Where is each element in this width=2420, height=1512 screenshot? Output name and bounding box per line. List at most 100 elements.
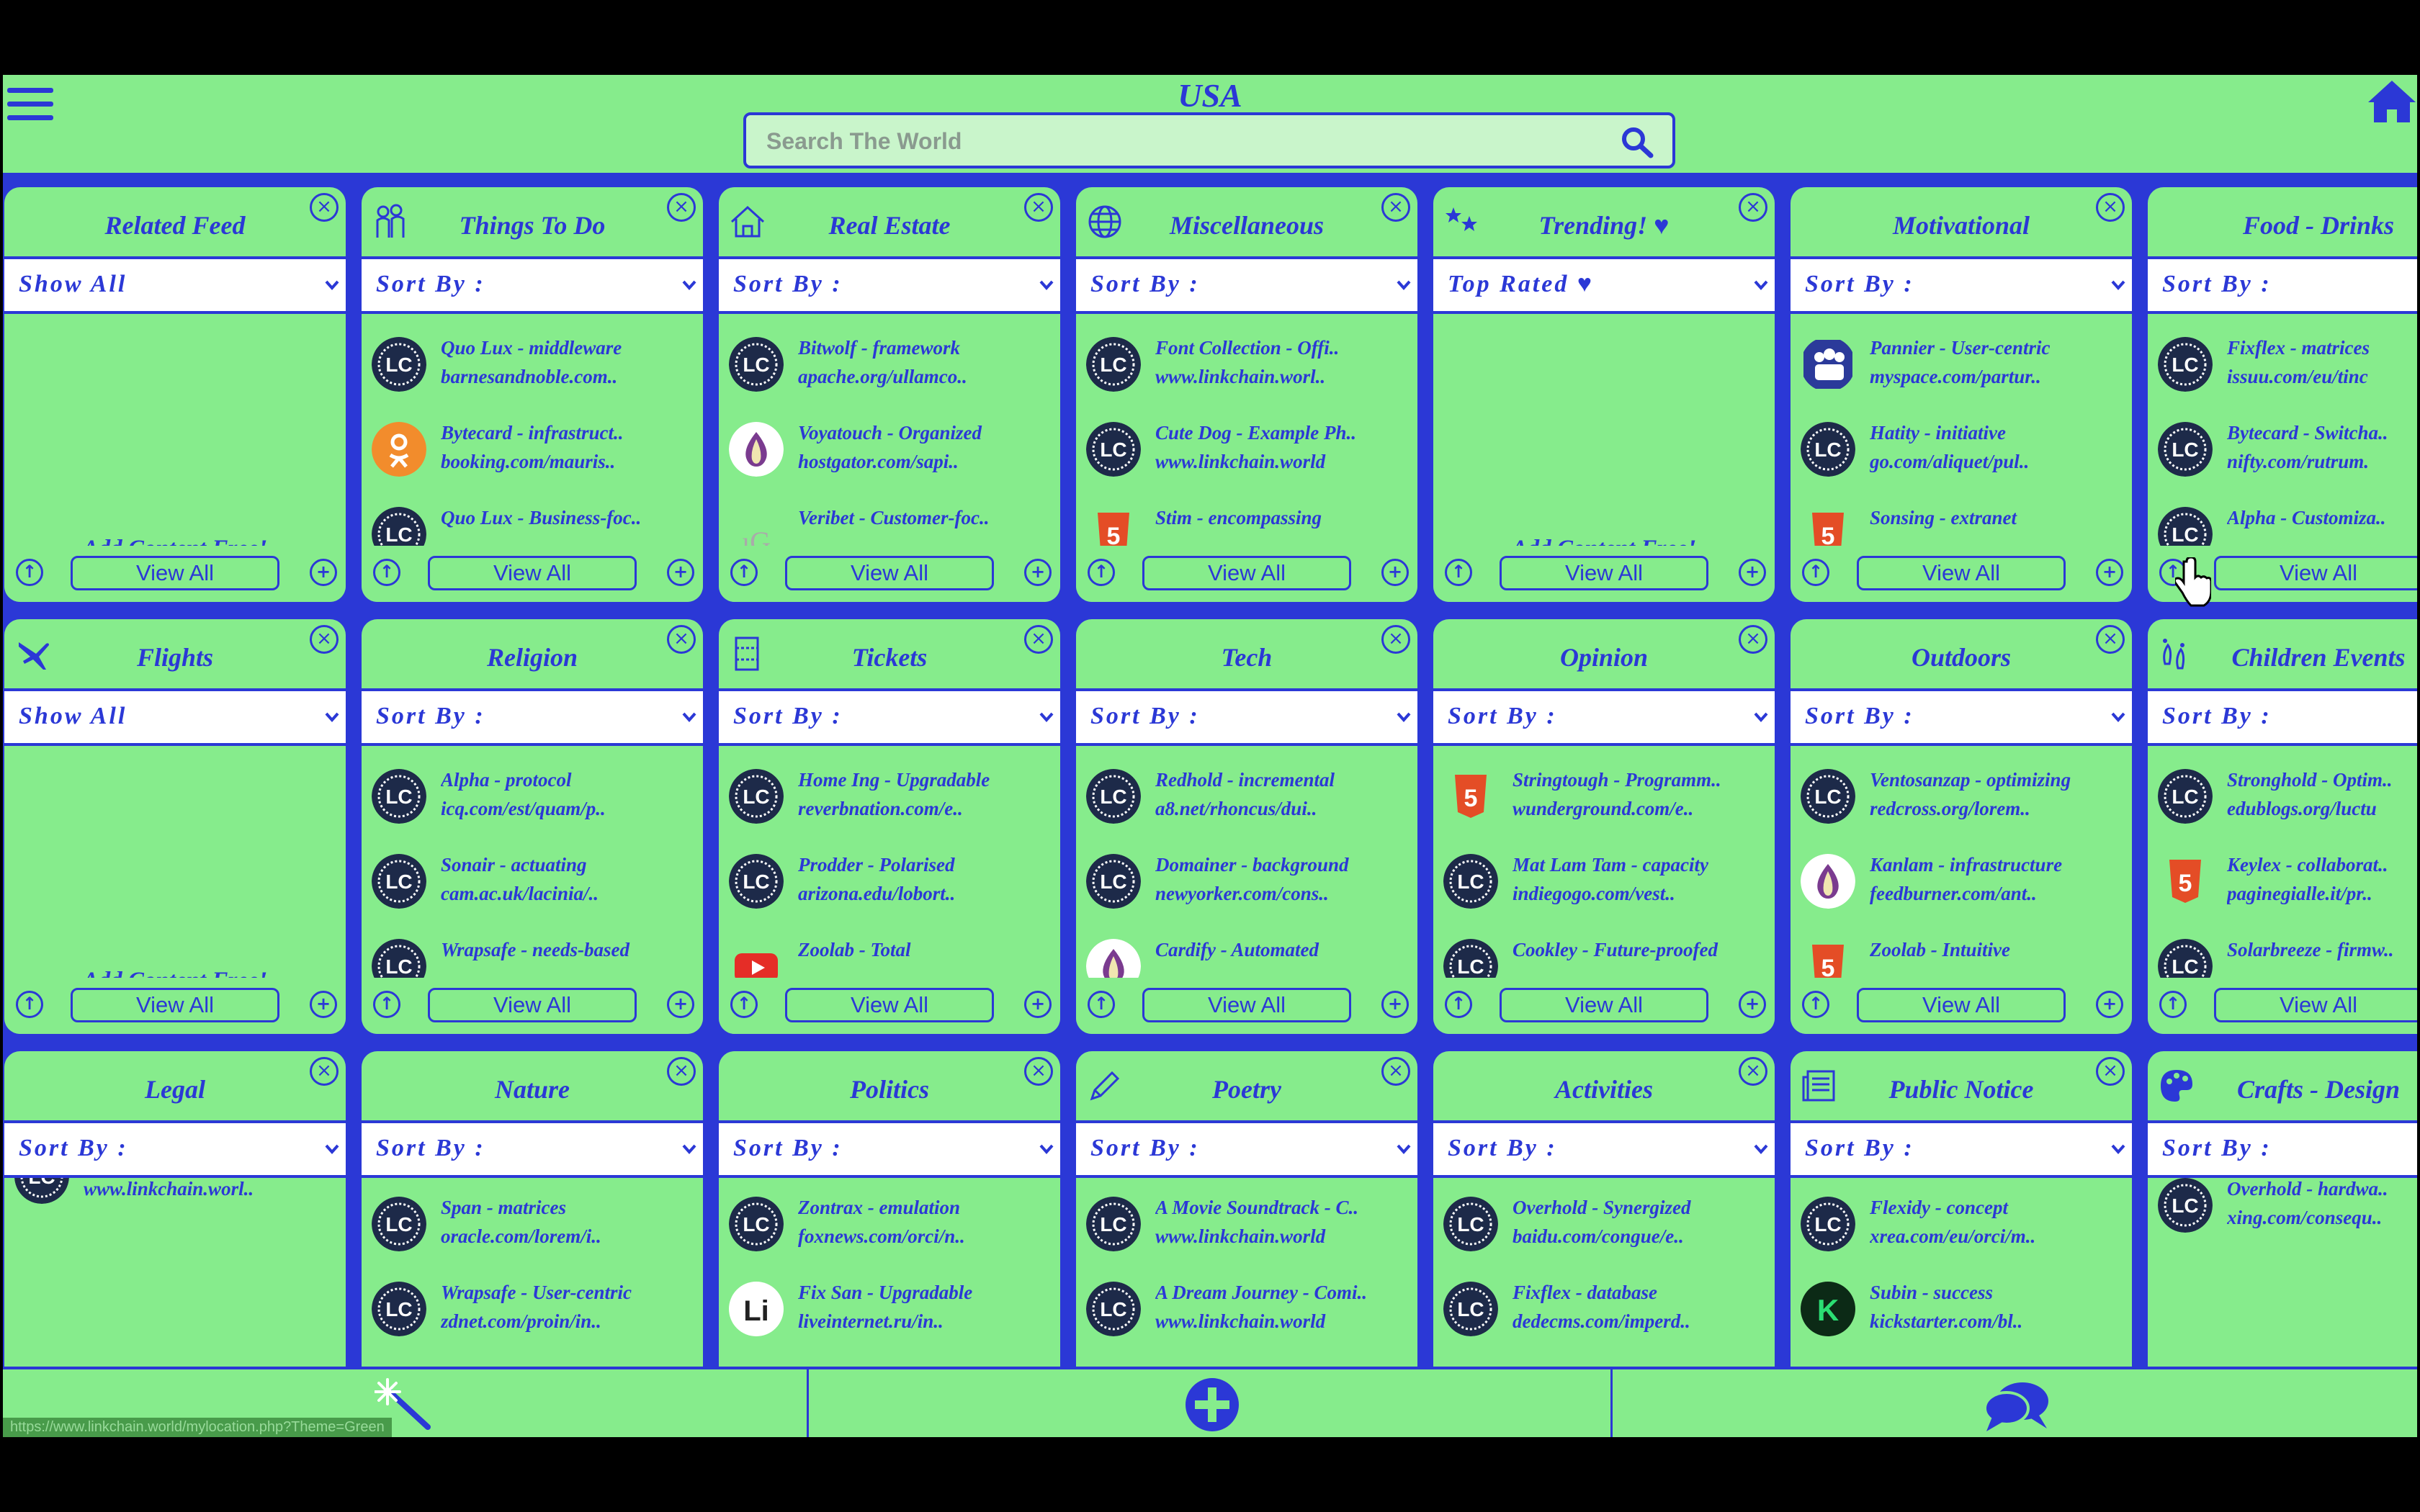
view-all-button[interactable]: View All [1142,988,1351,1022]
list-item[interactable]: LC Wrapsafe - User-centric zdnet.com/proin… [372,1282,703,1361]
add-item-icon[interactable]: + [667,991,694,1018]
chat-icon[interactable] [1982,1380,2050,1433]
close-icon[interactable]: × [1024,1057,1053,1086]
list-item[interactable]: LC Fixflex - database dedecms.com/imperd.. [1443,1282,1775,1361]
list-item[interactable]: Li Fix San - Upgradable liveinternet.ru/in… [729,1282,1060,1361]
close-icon[interactable]: × [1381,193,1410,222]
sort-dropdown[interactable]: Sort By : [2148,688,2417,746]
sort-dropdown[interactable]: Top Rated ♥ [1433,256,1775,314]
close-icon[interactable]: × [1381,1057,1410,1086]
list-item[interactable]: LC Stronghold - Optim.. edublogs.org/luctu [2158,769,2417,848]
list-item[interactable]: LC Font Collection - Offi.. www.linkchain.… [1086,337,1417,416]
close-icon[interactable]: × [667,193,696,222]
sort-dropdown[interactable]: Sort By : [2148,1120,2417,1178]
view-all-button[interactable]: View All [1857,556,2066,590]
sort-dropdown[interactable]: Sort By : [1791,1120,2132,1178]
scroll-up-icon[interactable]: ↑ [1802,991,1829,1018]
list-item[interactable]: Bytecard - infrastruct.. booking.com/maur… [372,422,703,501]
add-item-icon[interactable]: + [1024,991,1052,1018]
sort-dropdown[interactable]: Sort By : [362,256,703,314]
list-item[interactable]: LC Domainer - background newyorker.com/con… [1086,854,1417,933]
add-item-icon[interactable]: + [1739,559,1766,586]
list-item[interactable]: LC Fixflex - matrices issuu.com/eu/tinc [2158,337,2417,416]
list-item[interactable]: LC Cute Dog - Example Ph.. www.linkchain.w… [1086,422,1417,501]
add-content-button[interactable] [1184,1377,1240,1433]
scroll-up-icon[interactable]: ↑ [730,991,758,1018]
view-all-button[interactable]: View All [1500,556,1708,590]
scroll-up-icon[interactable]: ↑ [1088,991,1115,1018]
close-icon[interactable]: × [2096,193,2125,222]
list-item[interactable]: LC Mat Lam Tam - capacity indiegogo.com/ve… [1443,854,1775,933]
view-all-button[interactable]: View All [1500,988,1708,1022]
list-item[interactable]: LC Redhold - incremental a8.net/rhoncus/du… [1086,769,1417,848]
list-item[interactable]: LC Overhold - hardwa.. xing.com/consequ.. [2158,1178,2417,1257]
sort-dropdown[interactable]: Sort By : [4,1120,346,1178]
scroll-up-icon[interactable]: ↑ [16,559,43,586]
close-icon[interactable]: × [2096,1057,2125,1086]
add-item-icon[interactable]: + [310,991,337,1018]
view-all-button[interactable]: View All [2214,556,2417,590]
close-icon[interactable]: × [1024,193,1053,222]
sort-dropdown[interactable]: Sort By : [1076,688,1417,746]
close-icon[interactable]: × [310,193,339,222]
scroll-up-icon[interactable]: ↑ [373,559,400,586]
search-icon[interactable] [1619,125,1655,158]
scroll-up-icon[interactable]: ↑ [1802,559,1829,586]
sort-dropdown[interactable]: Sort By : [719,688,1060,746]
scroll-up-icon[interactable]: ↑ [730,559,758,586]
list-item[interactable]: LC Flexidy - concept xrea.com/eu/orci/m.. [1801,1197,2132,1276]
sort-dropdown[interactable]: Sort By : [1433,1120,1775,1178]
list-item[interactable]: LC Bytecard - Switcha.. nifty.com/rutrum. [2158,422,2417,501]
list-item[interactable]: K Subin - success kickstarter.com/bl.. [1801,1282,2132,1361]
scroll-up-icon[interactable]: ↑ [1088,559,1115,586]
home-icon[interactable] [2367,78,2417,124]
view-all-button[interactable]: View All [428,988,637,1022]
list-item[interactable]: LC Ventosanzap - optimizing redcross.org/l… [1801,769,2132,848]
sort-dropdown[interactable]: Sort By : [1076,256,1417,314]
sort-dropdown[interactable]: Sort By : [362,1120,703,1178]
view-all-button[interactable]: View All [785,556,994,590]
add-item-icon[interactable]: + [310,559,337,586]
view-all-button[interactable]: View All [1857,988,2066,1022]
view-all-button[interactable]: View All [1142,556,1351,590]
view-all-button[interactable]: View All [71,988,279,1022]
list-item[interactable]: 5 Stringtough - Programm.. wunderground.co… [1443,769,1775,848]
list-item[interactable]: LC www.linkchain.worl.. [14,1178,346,1228]
add-item-icon[interactable]: + [2096,991,2123,1018]
sort-dropdown[interactable]: Sort By : [719,256,1060,314]
close-icon[interactable]: × [1381,625,1410,654]
add-item-icon[interactable]: + [667,559,694,586]
list-item[interactable]: Voyatouch - Organized hostgator.com/sapi.… [729,422,1060,501]
list-item[interactable]: Pannier - User-centric myspace.com/partur… [1801,337,2132,416]
list-item[interactable]: 5 Keylex - collaborat.. paginegialle.it/pr… [2158,854,2417,933]
view-all-button[interactable]: View All [71,556,279,590]
scroll-up-icon[interactable]: ↑ [1445,991,1472,1018]
list-item[interactable]: LC Sonair - actuating cam.ac.uk/lacinia/.. [372,854,703,933]
view-all-button[interactable]: View All [428,556,637,590]
list-item[interactable]: LC Overhold - Synergized baidu.com/congue/… [1443,1197,1775,1276]
add-item-icon[interactable]: + [1024,559,1052,586]
list-item[interactable]: LC A Movie Soundtrack - C.. www.linkchain.… [1086,1197,1417,1276]
add-item-icon[interactable]: + [2096,559,2123,586]
scroll-up-icon[interactable]: ↑ [16,991,43,1018]
close-icon[interactable]: × [310,1057,339,1086]
sort-dropdown[interactable]: Sort By : [1076,1120,1417,1178]
close-icon[interactable]: × [1739,1057,1767,1086]
sort-dropdown[interactable]: Sort By : [1433,688,1775,746]
list-item[interactable]: LC Hatity - initiative go.com/aliquet/pul.… [1801,422,2132,501]
add-item-icon[interactable]: + [1381,559,1409,586]
sort-dropdown[interactable]: Sort By : [1791,688,2132,746]
list-item[interactable]: Kanlam - infrastructure feedburner.com/an… [1801,854,2132,933]
list-item[interactable]: LC Alpha - protocol icq.com/est/quam/p.. [372,769,703,848]
list-item[interactable]: LC A Dream Journey - Comi.. www.linkchain.… [1086,1282,1417,1361]
close-icon[interactable]: × [667,1057,696,1086]
list-item[interactable]: LC Quo Lux - middleware barnesandnoble.com… [372,337,703,416]
scroll-up-icon[interactable]: ↑ [2159,991,2187,1018]
sort-dropdown[interactable]: Show All [4,256,346,314]
sort-dropdown[interactable]: Sort By : [1791,256,2132,314]
scroll-up-icon[interactable]: ↑ [1445,559,1472,586]
sort-dropdown[interactable]: Sort By : [719,1120,1060,1178]
sort-dropdown[interactable]: Sort By : [362,688,703,746]
list-item[interactable]: LC Prodder - Polarised arizona.edu/lobort.… [729,854,1060,933]
add-item-icon[interactable]: + [1739,991,1766,1018]
